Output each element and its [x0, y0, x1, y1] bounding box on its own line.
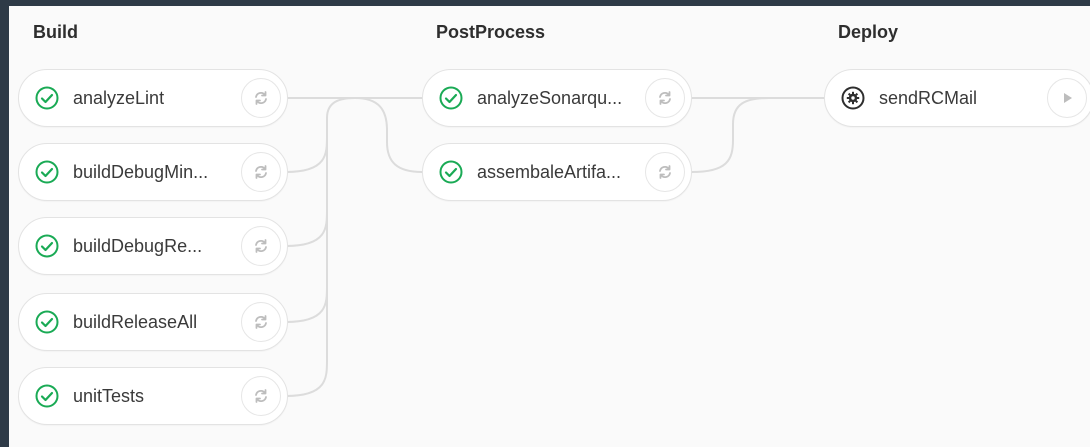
job-sendrcmail[interactable]: sendRCMail [824, 69, 1090, 127]
job-unittests[interactable]: unitTests [18, 367, 288, 425]
pipeline-graph: Build PostProcess Deploy analyzeLint bui… [9, 6, 1090, 447]
status-success-icon [35, 234, 59, 258]
job-name: assembaleArtifa... [477, 162, 622, 182]
retry-icon [255, 91, 267, 105]
retry-icon [255, 165, 267, 179]
retry-button[interactable] [645, 152, 685, 192]
stage-title-build: Build [33, 22, 78, 42]
job-analyzelint[interactable]: analyzeLint [18, 69, 288, 127]
job-name: sendRCMail [879, 88, 978, 108]
retry-button[interactable] [241, 78, 281, 118]
status-success-icon [35, 86, 59, 110]
retry-icon [255, 389, 267, 403]
status-success-icon [439, 160, 463, 184]
job-builddebugre[interactable]: buildDebugRe... [18, 217, 288, 275]
retry-icon [255, 315, 267, 329]
status-manual-gear-icon [841, 86, 865, 110]
retry-button[interactable] [241, 376, 281, 416]
job-name: buildReleaseAll [73, 312, 198, 332]
job-builddebugmin[interactable]: buildDebugMin... [18, 143, 288, 201]
job-name: unitTests [73, 386, 145, 406]
stage-title-deploy: Deploy [838, 22, 899, 42]
retry-icon [659, 91, 671, 105]
retry-button[interactable] [241, 226, 281, 266]
stage-title-postprocess: PostProcess [436, 22, 546, 42]
status-success-icon [35, 384, 59, 408]
job-name: analyzeLint [73, 88, 165, 108]
retry-button[interactable] [241, 152, 281, 192]
job-name: buildDebugMin... [73, 162, 209, 182]
play-button[interactable] [1047, 78, 1087, 118]
retry-icon [659, 165, 671, 179]
job-assembaleartifacts[interactable]: assembaleArtifa... [422, 143, 692, 201]
retry-icon [255, 239, 267, 253]
job-name: analyzeSonarqu... [477, 88, 623, 108]
status-success-icon [439, 86, 463, 110]
status-success-icon [35, 310, 59, 334]
retry-button[interactable] [645, 78, 685, 118]
status-success-icon [35, 160, 59, 184]
retry-button[interactable] [241, 302, 281, 342]
job-buildreleaseall[interactable]: buildReleaseAll [18, 293, 288, 351]
job-name: buildDebugRe... [73, 236, 203, 256]
play-icon [1064, 93, 1072, 103]
job-analyzesonarqube[interactable]: analyzeSonarqu... [422, 69, 692, 127]
